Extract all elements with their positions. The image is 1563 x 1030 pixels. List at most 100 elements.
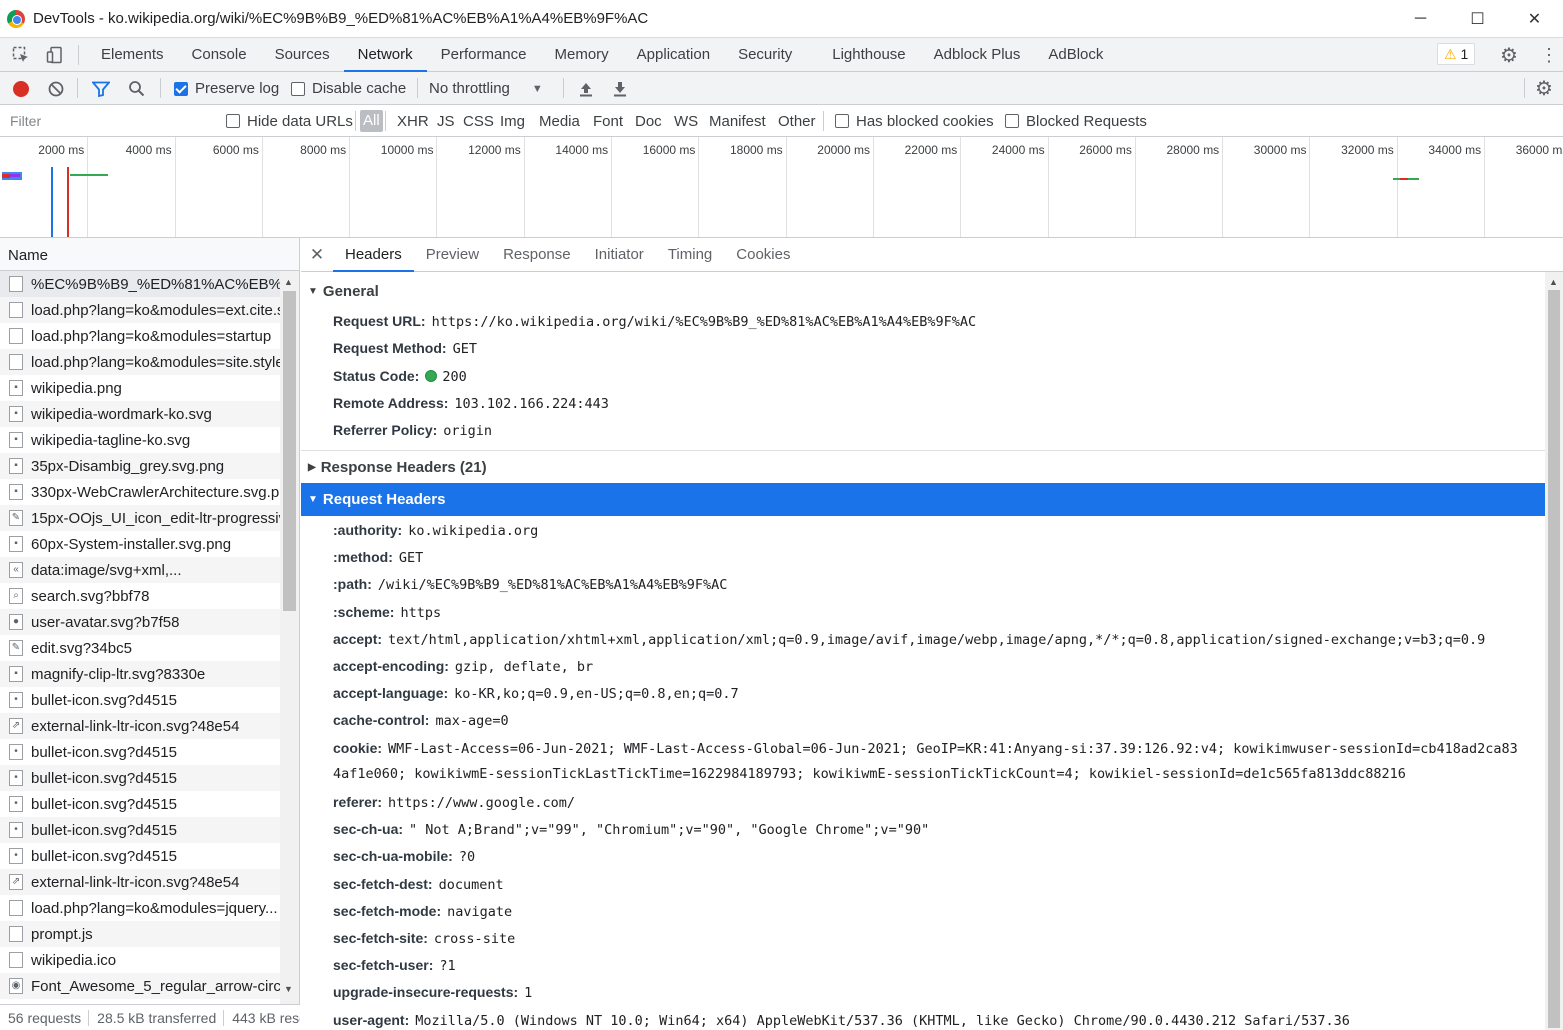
scroll-thumb[interactable] <box>283 291 296 611</box>
tab-adblock-plus[interactable]: Adblock Plus <box>920 38 1035 72</box>
detail-tab-timing[interactable]: Timing <box>656 238 724 272</box>
request-row[interactable]: • bullet-icon.svg?d4515 <box>0 791 280 817</box>
scroll-up-icon[interactable]: ▲ <box>284 277 293 287</box>
request-headers-section-header[interactable]: ▼ Request Headers <box>301 483 1545 516</box>
request-row[interactable]: load.php?lang=ko&modules=ext.cite.styles <box>0 297 280 323</box>
overview-tick-label: 22000 ms <box>874 137 962 237</box>
record-button[interactable] <box>13 72 31 105</box>
import-har-icon[interactable] <box>578 72 594 105</box>
tab-lighthouse[interactable]: Lighthouse <box>818 38 919 72</box>
request-row[interactable]: • bullet-icon.svg?d4515 <box>0 843 280 869</box>
request-row[interactable]: • bullet-icon.svg?d4515 <box>0 817 280 843</box>
tab-console[interactable]: Console <box>178 38 261 72</box>
filter-type-js[interactable]: JS <box>437 105 455 137</box>
filter-type-font[interactable]: Font <box>593 105 623 137</box>
scroll-thumb[interactable] <box>1548 290 1560 1028</box>
tab-application[interactable]: Application <box>623 38 724 72</box>
detail-tab-preview[interactable]: Preview <box>414 238 491 272</box>
file-type-icon: ▪ <box>9 536 23 552</box>
filter-funnel-icon[interactable] <box>92 72 110 105</box>
header-value: max-age=0 <box>435 713 509 730</box>
request-row[interactable]: « data:image/svg+xml,... <box>0 557 280 583</box>
detail-tab-initiator[interactable]: Initiator <box>583 238 656 272</box>
filter-type-manifest[interactable]: Manifest <box>709 105 766 137</box>
filter-type-img[interactable]: Img <box>500 105 525 137</box>
warnings-badge[interactable]: ⚠ 1 <box>1437 43 1476 65</box>
request-row[interactable]: ▪ magnify-clip-ltr.svg?8330e <box>0 661 280 687</box>
request-row[interactable]: ◉ Font_Awesome_5_regular_arrow-circle <box>0 973 280 999</box>
request-row[interactable]: load.php?lang=ko&modules=startup <box>0 323 280 349</box>
network-overview-timeline[interactable]: 36000 ms34000 ms32000 ms30000 ms28000 ms… <box>0 137 1563 238</box>
maximize-button[interactable]: ☐ <box>1449 0 1506 38</box>
request-row[interactable]: %EC%9B%B9_%ED%81%AC%EB%A1%A4%EB%9F%AC <box>0 271 280 297</box>
request-row[interactable]: ▪ wikipedia-tagline-ko.svg <box>0 427 280 453</box>
name-column-header[interactable]: Name <box>0 238 299 271</box>
request-row[interactable]: ▪ 330px-WebCrawlerArchitecture.svg.png <box>0 479 280 505</box>
filter-type-other[interactable]: Other <box>778 105 816 137</box>
request-row[interactable]: load.php?lang=ko&modules=site.styles <box>0 349 280 375</box>
request-row[interactable]: ▪ wikipedia-wordmark-ko.svg <box>0 401 280 427</box>
request-row[interactable]: • bullet-icon.svg?d4515 <box>0 739 280 765</box>
filter-type-doc[interactable]: Doc <box>635 105 662 137</box>
tab-adblock[interactable]: AdBlock <box>1034 38 1117 72</box>
file-type-icon: ✎ <box>9 510 23 526</box>
response-headers-section-header[interactable]: ▶ Response Headers (21) <box>301 450 1545 483</box>
clear-icon[interactable] <box>48 72 64 105</box>
filter-type-xhr[interactable]: XHR <box>397 105 429 137</box>
request-row[interactable]: • bullet-icon.svg?d4515 <box>0 687 280 713</box>
request-row[interactable]: prompt.js <box>0 921 280 947</box>
request-name: search.svg?bbf78 <box>31 587 150 605</box>
general-section-header[interactable]: ▼ General <box>301 275 1545 308</box>
blocked-requests-checkbox[interactable]: Blocked Requests <box>1005 105 1147 137</box>
detail-scrollbar[interactable]: ▲ <box>1545 272 1563 1030</box>
request-row[interactable]: ● user-avatar.svg?b7f58 <box>0 609 280 635</box>
tab-security[interactable]: Security <box>724 38 806 72</box>
detail-tab-headers[interactable]: Headers <box>333 238 414 272</box>
header-key: :scheme: <box>333 603 395 620</box>
settings-gear-icon[interactable]: ⚙ <box>1500 43 1518 68</box>
tab-memory[interactable]: Memory <box>541 38 623 72</box>
transferred-size: 28.5 kB transferred <box>89 1009 225 1026</box>
request-list-scrollbar[interactable]: ▲ ▼ <box>280 271 299 1004</box>
tab-sources[interactable]: Sources <box>261 38 344 72</box>
request-row[interactable]: ▪ wikipedia.png <box>0 375 280 401</box>
minimize-button[interactable]: ─ <box>1392 0 1449 38</box>
tab-performance[interactable]: Performance <box>427 38 541 72</box>
hide-data-urls-checkbox[interactable]: Hide data URLs <box>226 105 353 137</box>
request-row[interactable]: wikipedia.ico <box>0 947 280 973</box>
request-row[interactable]: ▪ 35px-Disambig_grey.svg.png <box>0 453 280 479</box>
filter-type-all[interactable]: All <box>360 110 383 132</box>
request-name: %EC%9B%B9_%ED%81%AC%EB%A1%A4%EB%9F%AC <box>31 275 280 293</box>
filter-input[interactable]: Filter <box>3 105 210 137</box>
request-row[interactable]: • bullet-icon.svg?d4515 <box>0 765 280 791</box>
request-row[interactable]: ▪ 60px-System-installer.svg.png <box>0 531 280 557</box>
general-request-method: Request Method: GET <box>333 340 477 357</box>
has-blocked-cookies-checkbox[interactable]: Has blocked cookies <box>835 105 994 137</box>
detail-tab-response[interactable]: Response <box>491 238 583 272</box>
preserve-log-checkbox[interactable]: Preserve log <box>174 72 279 105</box>
more-options-icon[interactable]: ⋮ <box>1540 46 1558 64</box>
network-settings-gear-icon[interactable]: ⚙ <box>1535 72 1553 105</box>
close-window-button[interactable]: ✕ <box>1506 0 1563 38</box>
disable-cache-checkbox[interactable]: Disable cache <box>291 72 406 105</box>
tab-elements[interactable]: Elements <box>87 38 178 72</box>
tab-network[interactable]: Network <box>343 38 427 72</box>
request-row[interactable]: ⇗ external-link-ltr-icon.svg?48e54 <box>0 713 280 739</box>
search-icon[interactable] <box>128 72 145 105</box>
request-row[interactable]: ✎ edit.svg?34bc5 <box>0 635 280 661</box>
export-har-icon[interactable] <box>612 72 628 105</box>
filter-type-media[interactable]: Media <box>539 105 580 137</box>
detail-tab-cookies[interactable]: Cookies <box>724 238 802 272</box>
scroll-down-icon[interactable]: ▼ <box>284 984 293 994</box>
filter-type-css[interactable]: CSS <box>463 105 494 137</box>
request-row[interactable]: load.php?lang=ko&modules=jquery... <box>0 895 280 921</box>
request-row[interactable]: ⌕ search.svg?bbf78 <box>0 583 280 609</box>
request-row[interactable]: ⇗ external-link-ltr-icon.svg?48e54 <box>0 869 280 895</box>
inspect-element-icon[interactable] <box>10 44 32 66</box>
device-toolbar-icon[interactable] <box>44 44 66 66</box>
request-row[interactable]: ✎ 15px-OOjs_UI_icon_edit-ltr-progressive <box>0 505 280 531</box>
throttling-select[interactable]: No throttling ▼ <box>429 72 543 105</box>
close-detail-icon[interactable]: ✕ <box>301 245 333 265</box>
scroll-up-icon[interactable]: ▲ <box>1549 277 1558 287</box>
filter-type-ws[interactable]: WS <box>674 105 698 137</box>
